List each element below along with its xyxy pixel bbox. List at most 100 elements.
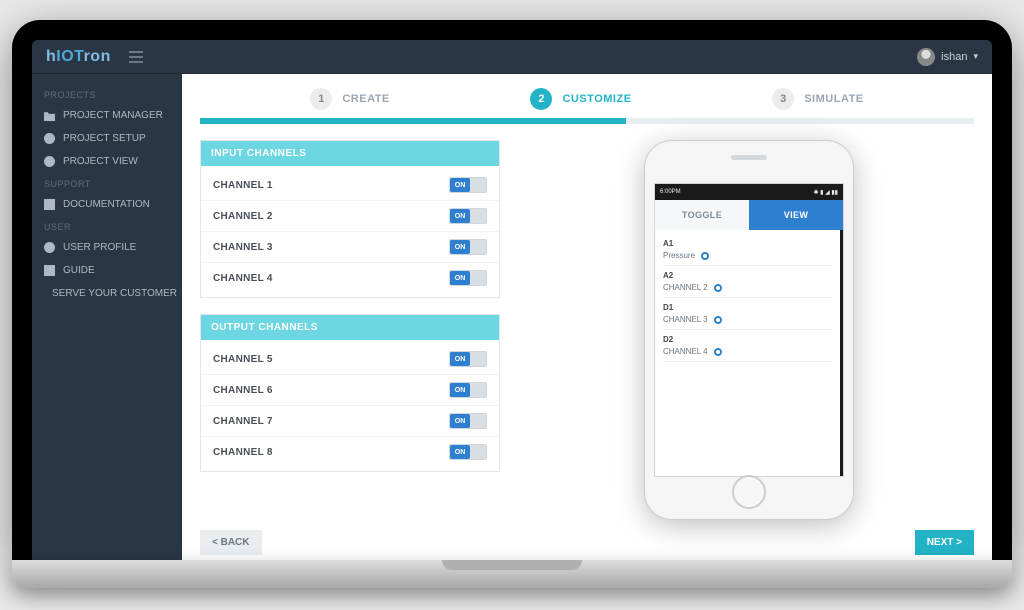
status-dot-icon xyxy=(714,348,722,356)
brand-logo[interactable]: hIOTron xyxy=(46,48,111,66)
channel-toggle[interactable]: ON xyxy=(449,444,487,460)
panel-title: OUTPUT CHANNELS xyxy=(201,315,499,340)
phone-tab-toggle[interactable]: TOGGLE xyxy=(655,200,749,230)
step-label: CREATE xyxy=(342,93,389,105)
sidebar-item-label: PROJECT VIEW xyxy=(63,156,138,167)
step-number: 3 xyxy=(772,88,794,110)
phone-list[interactable]: A1Pressure A2CHANNEL 2 D1CHANNEL 3 D2CHA… xyxy=(655,230,843,476)
channel-toggle[interactable]: ON xyxy=(449,239,487,255)
question-icon: ? xyxy=(44,265,55,276)
progress-bar xyxy=(200,118,974,124)
menu-toggle-icon[interactable] xyxy=(129,51,143,63)
stepper: 1 CREATE 2 CUSTOMIZE 3 SIMULATE xyxy=(200,88,974,110)
sidebar-section-projects: PROJECTS xyxy=(32,84,182,104)
app-screen: hIOTron ishan ▾ PROJECTS PROJECT MANAGER… xyxy=(32,40,992,560)
channel-label: CHANNEL 1 xyxy=(213,180,273,191)
content: 1 CREATE 2 CUSTOMIZE 3 SIMULATE xyxy=(182,74,992,560)
channel-toggle[interactable]: ON xyxy=(449,413,487,429)
sidebar-item-guide[interactable]: ?GUIDE xyxy=(32,259,182,282)
channels-column: INPUT CHANNELS CHANNEL 1 ON CHANNEL 2 ON C… xyxy=(200,140,500,472)
brand-part1: h xyxy=(46,48,56,65)
columns: INPUT CHANNELS CHANNEL 1 ON CHANNEL 2 ON C… xyxy=(200,140,974,520)
phone-tabs: TOGGLE VIEW xyxy=(655,200,843,230)
phone-item-label: CHANNEL 3 xyxy=(663,315,708,324)
user-menu[interactable]: ishan ▾ xyxy=(917,48,978,66)
sidebar-item-documentation[interactable]: DOCUMENTATION xyxy=(32,193,182,216)
status-dot-icon xyxy=(701,252,709,260)
channel-row: CHANNEL 2 ON xyxy=(201,200,499,231)
channel-row: CHANNEL 7ON xyxy=(201,405,499,436)
next-button[interactable]: NEXT > xyxy=(915,530,974,555)
toggle-state: ON xyxy=(450,240,470,254)
main-area: 1 CREATE 2 CUSTOMIZE 3 SIMULATE xyxy=(182,74,992,560)
channel-label: CHANNEL 8 xyxy=(213,447,273,458)
sidebar-section-support: SUPPORT xyxy=(32,173,182,193)
channel-row: CHANNEL 5ON xyxy=(201,344,499,374)
step-number: 2 xyxy=(530,88,552,110)
sidebar-item-project-setup[interactable]: PROJECT SETUP xyxy=(32,127,182,150)
eye-icon xyxy=(44,156,55,167)
channel-toggle[interactable]: ON xyxy=(449,351,487,367)
back-button[interactable]: < BACK xyxy=(200,530,262,555)
phone-signal-icons: ✱ ▮ ◢ ▮▮ xyxy=(813,189,838,196)
sidebar-item-label: USER PROFILE xyxy=(63,242,136,253)
progress-fill xyxy=(200,118,626,124)
sidebar-item-project-manager[interactable]: PROJECT MANAGER xyxy=(32,104,182,127)
phone-time: 6:00PM xyxy=(660,189,681,195)
avatar-icon xyxy=(917,48,935,66)
screen-bezel: hIOTron ishan ▾ PROJECTS PROJECT MANAGER… xyxy=(12,20,1012,560)
sidebar-item-label: DOCUMENTATION xyxy=(63,199,150,210)
folder-icon xyxy=(44,110,55,121)
phone-tab-view[interactable]: VIEW xyxy=(749,200,843,230)
channel-toggle[interactable]: ON xyxy=(449,270,487,286)
input-channels-panel: INPUT CHANNELS CHANNEL 1 ON CHANNEL 2 ON C… xyxy=(200,140,500,298)
sidebar-item-user-profile[interactable]: USER PROFILE xyxy=(32,236,182,259)
step-create[interactable]: 1 CREATE xyxy=(310,88,389,110)
channel-row: CHANNEL 4ON xyxy=(201,262,499,293)
channel-toggle[interactable]: ON xyxy=(449,177,487,193)
laptop-frame: hIOTron ishan ▾ PROJECTS PROJECT MANAGER… xyxy=(12,20,1012,588)
toggle-state: ON xyxy=(450,271,470,285)
channel-toggle[interactable]: ON xyxy=(449,208,487,224)
channel-row: CHANNEL 3 ON xyxy=(201,231,499,262)
app-body: PROJECTS PROJECT MANAGER PROJECT SETUP P… xyxy=(32,74,992,560)
phone-statusbar: 6:00PM ✱ ▮ ◢ ▮▮ xyxy=(655,184,843,200)
sidebar: PROJECTS PROJECT MANAGER PROJECT SETUP P… xyxy=(32,74,182,560)
footer-buttons: < BACK NEXT > xyxy=(200,520,974,555)
brand-part3: ron xyxy=(84,48,111,65)
topbar: hIOTron ishan ▾ xyxy=(32,40,992,74)
phone-item-id: A2 xyxy=(663,271,832,280)
sidebar-item-serve-customer[interactable]: SERVE YOUR CUSTOMER xyxy=(32,282,182,305)
status-dot-icon xyxy=(714,316,722,324)
phone-preview-column: 6:00PM ✱ ▮ ◢ ▮▮ TOGGLE VIEW xyxy=(524,140,974,520)
channel-label: CHANNEL 3 xyxy=(213,242,273,253)
phone-list-item: D2CHANNEL 4 xyxy=(663,330,832,362)
phone-list-item: D1CHANNEL 3 xyxy=(663,298,832,330)
toggle-state: ON xyxy=(450,352,470,366)
step-label: CUSTOMIZE xyxy=(562,93,631,105)
chevron-down-icon: ▾ xyxy=(973,51,978,62)
sidebar-item-label: PROJECT SETUP xyxy=(63,133,146,144)
phone-device: 6:00PM ✱ ▮ ◢ ▮▮ TOGGLE VIEW xyxy=(644,140,854,520)
step-label: SIMULATE xyxy=(804,93,863,105)
toggle-state: ON xyxy=(450,209,470,223)
sidebar-item-project-view[interactable]: PROJECT VIEW xyxy=(32,150,182,173)
sidebar-item-label: SERVE YOUR CUSTOMER xyxy=(52,288,177,299)
step-customize[interactable]: 2 CUSTOMIZE xyxy=(530,88,631,110)
phone-screen: 6:00PM ✱ ▮ ◢ ▮▮ TOGGLE VIEW xyxy=(654,183,844,477)
channel-label: CHANNEL 6 xyxy=(213,385,273,396)
phone-item-id: D2 xyxy=(663,335,832,344)
channel-row: CHANNEL 6 ON xyxy=(201,374,499,405)
user-icon xyxy=(44,242,55,253)
channel-toggle[interactable]: ON xyxy=(449,382,487,398)
toggle-state: ON xyxy=(450,178,470,192)
channel-row: CHANNEL 8 ON xyxy=(201,436,499,467)
status-dot-icon xyxy=(714,284,722,292)
channel-label: CHANNEL 2 xyxy=(213,211,273,222)
toggle-state: ON xyxy=(450,383,470,397)
panel-title: INPUT CHANNELS xyxy=(201,141,499,166)
step-simulate[interactable]: 3 SIMULATE xyxy=(772,88,863,110)
toggle-state: ON xyxy=(450,414,470,428)
toggle-state: ON xyxy=(450,445,470,459)
gear-icon xyxy=(44,133,55,144)
